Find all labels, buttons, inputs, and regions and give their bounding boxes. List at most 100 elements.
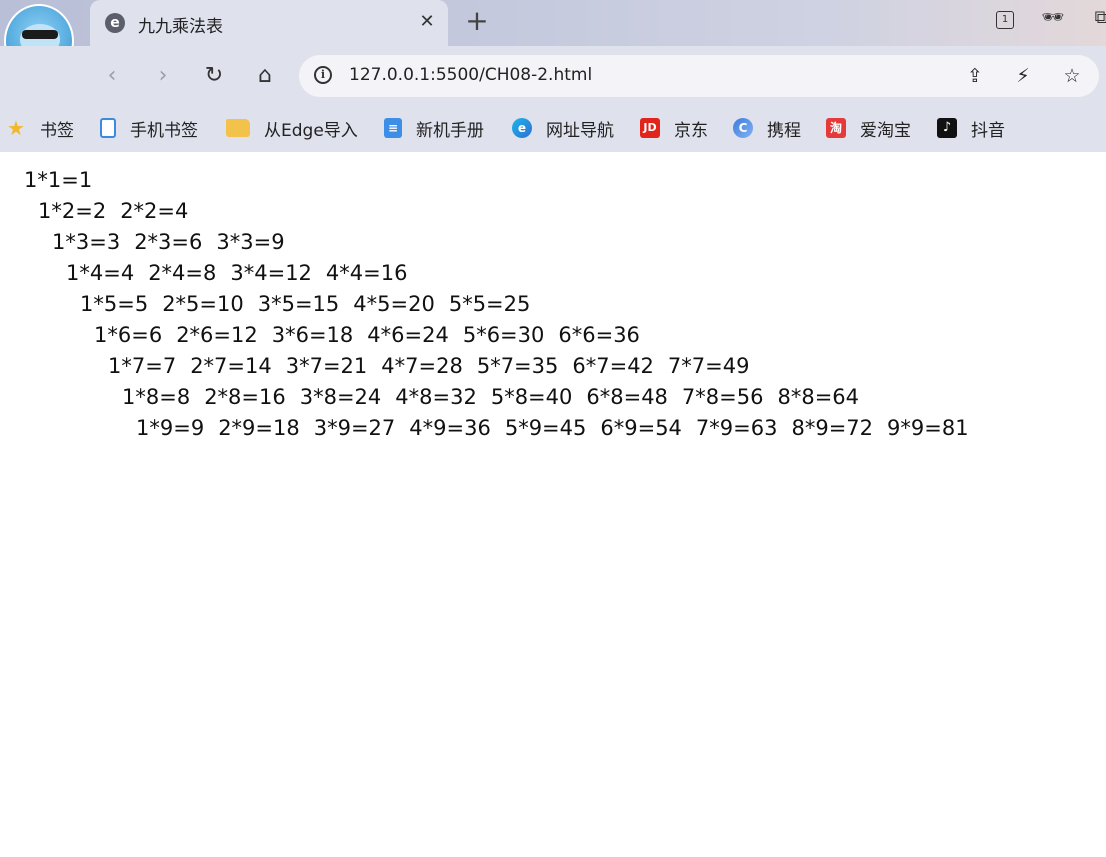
table-cell: 6*8=48 bbox=[586, 385, 668, 409]
table-cell: 4*4=16 bbox=[325, 261, 408, 285]
table-cell: 2*9=18 bbox=[218, 416, 300, 440]
table-row: 1*9=9 2*9=18 3*9=27 4*9=36 5*9=45 6*9=54 7*9=6… bbox=[136, 414, 983, 442]
page-content: 1*1=1 1*2=2 2*2=4 1*3=3 2*3=6 3*3=9 1*4=4 2*… bbox=[0, 152, 1106, 857]
table-row: 1*3=3 2*3=6 3*3=9 bbox=[52, 228, 299, 256]
tab-count-button[interactable]: 1 bbox=[992, 6, 1018, 30]
bookmark-label: 网址导航 bbox=[546, 120, 614, 141]
table-cell: 2*2=4 bbox=[120, 199, 189, 223]
table-cell: 4*8=32 bbox=[395, 385, 477, 409]
table-cell: 2*5=10 bbox=[162, 292, 244, 316]
tab-favicon-icon: e bbox=[105, 13, 125, 33]
phone-icon bbox=[100, 118, 116, 138]
table-cell: 2*4=8 bbox=[148, 261, 217, 285]
bookmark-label: 手机书签 bbox=[130, 120, 198, 141]
home-button[interactable]: ⌂ bbox=[249, 60, 281, 92]
table-cell: 3*9=27 bbox=[313, 416, 396, 440]
table-cell: 1*4=4 bbox=[66, 261, 135, 285]
bookmark-label: 爱淘宝 bbox=[860, 120, 911, 141]
bookmark-label: 从Edge导入 bbox=[264, 120, 358, 141]
table-cell: 3*4=12 bbox=[230, 261, 312, 285]
table-row: 1*1=1 bbox=[24, 166, 106, 194]
site-info-icon[interactable]: i bbox=[314, 66, 332, 84]
table-cell: 3*8=24 bbox=[299, 385, 382, 409]
bookmark-item[interactable]: C 携程 bbox=[733, 114, 801, 142]
table-row: 1*2=2 2*2=4 bbox=[38, 197, 202, 225]
back-button[interactable]: ‹ bbox=[96, 60, 128, 92]
table-cell: 3*5=15 bbox=[257, 292, 340, 316]
table-cell: 1*6=6 bbox=[94, 323, 163, 347]
table-cell: 4*9=36 bbox=[409, 416, 491, 440]
table-cell: 2*8=16 bbox=[204, 385, 286, 409]
bookmark-label: 抖音 bbox=[971, 120, 1005, 141]
forward-button[interactable]: › bbox=[147, 60, 179, 92]
table-cell: 5*6=30 bbox=[462, 323, 545, 347]
table-row: 1*7=7 2*7=14 3*7=21 4*7=28 5*7=35 6*7=42 7*7=4… bbox=[108, 352, 763, 380]
edge-icon: e bbox=[512, 118, 532, 138]
table-cell: 1*1=1 bbox=[24, 168, 93, 192]
folder-icon bbox=[226, 119, 250, 137]
extension-icon[interactable]: ⧉ bbox=[1088, 6, 1106, 30]
table-cell: 3*7=21 bbox=[285, 354, 368, 378]
table-cell: 9*9=81 bbox=[887, 416, 969, 440]
table-cell: 7*7=49 bbox=[667, 354, 750, 378]
bookmark-item[interactable]: ★ 书签 bbox=[6, 114, 74, 142]
table-cell: 5*7=35 bbox=[476, 354, 559, 378]
table-row: 1*4=4 2*4=8 3*4=12 4*4=16 bbox=[66, 259, 421, 287]
table-cell: 6*9=54 bbox=[600, 416, 682, 440]
table-cell: 2*7=14 bbox=[190, 354, 272, 378]
tab-count: 1 bbox=[996, 11, 1014, 29]
close-tab-icon[interactable]: ✕ bbox=[415, 10, 439, 34]
bookmark-item[interactable]: JD 京东 bbox=[640, 114, 708, 142]
bookmark-item[interactable]: ♪ 抖音 bbox=[937, 114, 1005, 142]
table-cell: 1*2=2 bbox=[38, 199, 107, 223]
douyin-icon: ♪ bbox=[937, 118, 957, 138]
ctrip-icon: C bbox=[733, 118, 753, 138]
tab-title: 九九乘法表 bbox=[138, 17, 223, 37]
browser-chrome: e 九九乘法表 ✕ + 1 🕶 ⧉ ‹ › ↻ ⌂ i 127.0.0.1:55… bbox=[0, 0, 1106, 152]
share-icon[interactable]: ⇪ bbox=[961, 62, 989, 90]
table-row: 1*6=6 2*6=12 3*6=18 4*6=24 5*6=30 6*6=36 bbox=[94, 321, 654, 349]
taobao-icon: 淘 bbox=[826, 118, 846, 138]
table-cell: 5*9=45 bbox=[504, 416, 587, 440]
table-cell: 1*5=5 bbox=[80, 292, 149, 316]
url-text[interactable]: 127.0.0.1:5500/CH08-2.html bbox=[349, 65, 592, 85]
reload-button[interactable]: ↻ bbox=[198, 60, 230, 92]
bookmark-item[interactable]: 手机书签 bbox=[100, 114, 198, 142]
jd-icon: JD bbox=[640, 118, 660, 138]
incognito-icon[interactable]: 🕶 bbox=[1040, 6, 1066, 30]
new-tab-button[interactable]: + bbox=[462, 6, 492, 36]
table-cell: 3*6=18 bbox=[271, 323, 354, 347]
table-cell: 2*6=12 bbox=[176, 323, 258, 347]
bookmark-item[interactable]: e 网址导航 bbox=[512, 114, 614, 142]
table-cell: 4*7=28 bbox=[381, 354, 463, 378]
table-row: 1*5=5 2*5=10 3*5=15 4*5=20 5*5=25 bbox=[80, 290, 544, 318]
table-cell: 1*3=3 bbox=[52, 230, 121, 254]
star-icon: ★ bbox=[7, 116, 25, 140]
table-cell: 6*7=42 bbox=[572, 354, 654, 378]
bookmark-item[interactable]: ≡ 新机手册 bbox=[384, 114, 484, 142]
table-cell: 5*5=25 bbox=[448, 292, 531, 316]
table-cell: 1*7=7 bbox=[108, 354, 177, 378]
bookmark-item[interactable]: 淘 爱淘宝 bbox=[826, 114, 911, 142]
bookmark-star-icon[interactable]: ☆ bbox=[1058, 62, 1086, 90]
address-bar[interactable]: i 127.0.0.1:5500/CH08-2.html ⇪ ⚡ ☆ bbox=[299, 55, 1099, 97]
bookmark-label: 京东 bbox=[674, 120, 708, 141]
table-row: 1*8=8 2*8=16 3*8=24 4*8=32 5*8=40 6*8=48 7*8=5… bbox=[122, 383, 873, 411]
bookmark-item[interactable]: 从Edge导入 bbox=[226, 114, 358, 142]
avatar-sunglasses bbox=[22, 30, 58, 39]
bookmark-label: 携程 bbox=[767, 120, 801, 141]
bookmark-label: 新机手册 bbox=[416, 120, 484, 141]
table-cell: 8*8=64 bbox=[777, 385, 860, 409]
table-cell: 7*9=63 bbox=[695, 416, 778, 440]
table-cell: 7*8=56 bbox=[681, 385, 764, 409]
lightning-icon[interactable]: ⚡ bbox=[1009, 62, 1037, 90]
table-cell: 2*3=6 bbox=[134, 230, 203, 254]
table-cell: 4*6=24 bbox=[367, 323, 449, 347]
toolbar: ‹ › ↻ ⌂ i 127.0.0.1:5500/CH08-2.html ⇪ ⚡… bbox=[0, 46, 1106, 106]
table-cell: 4*5=20 bbox=[353, 292, 435, 316]
table-cell: 6*6=36 bbox=[558, 323, 640, 347]
table-cell: 1*9=9 bbox=[136, 416, 205, 440]
tab-active[interactable]: e 九九乘法表 ✕ bbox=[90, 0, 448, 46]
table-cell: 3*3=9 bbox=[216, 230, 285, 254]
bookmarks-bar: ★ 书签 手机书签 从Edge导入 ≡ 新机手册 e 网址导航 JD 京东 C … bbox=[0, 106, 1106, 152]
